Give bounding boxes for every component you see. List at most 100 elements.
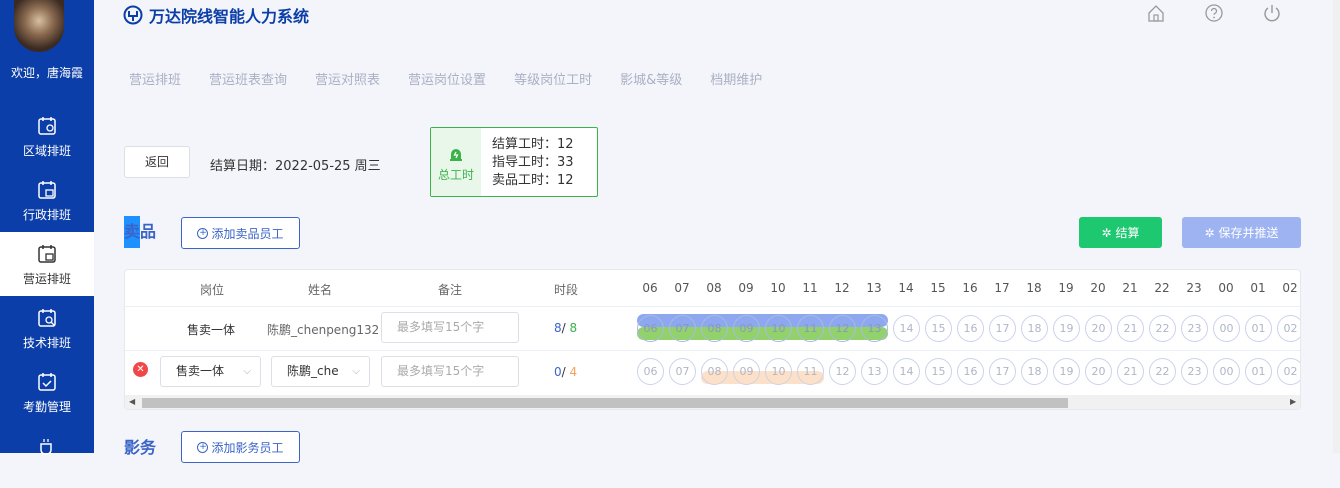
time-slot-23[interactable]: 23	[1181, 358, 1208, 385]
time-slot-23[interactable]: 23	[1181, 315, 1208, 342]
hour-header-19: 19	[1058, 281, 1074, 295]
note-input[interactable]: 最多填写15个字	[381, 312, 519, 343]
time-slot-20[interactable]: 20	[1085, 358, 1112, 385]
time-slot-17[interactable]: 17	[989, 315, 1016, 342]
time-slot-13[interactable]: 13	[861, 358, 888, 385]
time-slot-11[interactable]: 11	[797, 358, 824, 385]
calendar-tech-icon	[38, 309, 56, 327]
topnav-item-grade-hours[interactable]: 等级岗位工时	[514, 69, 592, 88]
time-slot-00[interactable]: 00	[1213, 315, 1240, 342]
time-slot-09[interactable]: 09	[733, 358, 760, 385]
time-slot-01[interactable]: 01	[1245, 315, 1272, 342]
scrollbar-thumb[interactable]	[142, 398, 1068, 408]
sell-hours: 卖品工时：12	[492, 173, 574, 188]
time-slot-14[interactable]: 14	[893, 358, 920, 385]
time-slot-12[interactable]: 12	[829, 315, 856, 342]
time-slot-21[interactable]: 21	[1117, 315, 1144, 342]
save-push-button[interactable]: ✲ 保存并推送	[1182, 217, 1301, 248]
time-slot-02[interactable]: 02	[1277, 315, 1300, 342]
position-select[interactable]: 售卖一体 ⌵	[160, 356, 261, 387]
app-logo: 万达院线智能人力系统	[123, 3, 309, 27]
time-slot-21[interactable]: 21	[1117, 358, 1144, 385]
section-title-film: 影务	[124, 438, 157, 457]
time-slot-22[interactable]: 22	[1149, 358, 1176, 385]
delete-row-icon[interactable]: ✕	[133, 362, 148, 377]
time-slot-15[interactable]: 15	[925, 315, 952, 342]
alarm-icon	[450, 149, 462, 161]
time-slot-06[interactable]: 06	[637, 358, 664, 385]
time-slot-11[interactable]: 11	[797, 315, 824, 342]
topnav-item-ops-schedule[interactable]: 营运排班	[129, 69, 181, 88]
hour-header-09: 09	[738, 281, 754, 295]
time-slot-19[interactable]: 19	[1053, 358, 1080, 385]
time-slot-08[interactable]: 08	[701, 358, 728, 385]
hour-header-18: 18	[1026, 281, 1042, 295]
time-slot-16[interactable]: 16	[957, 358, 984, 385]
time-slot-19[interactable]: 19	[1053, 315, 1080, 342]
total-hours-card: 总工时 结算工时：12 指导工时：33 卖品工时：12	[430, 127, 598, 197]
hour-header-13: 13	[866, 281, 882, 295]
time-slot-10[interactable]: 10	[765, 358, 792, 385]
time-slot-00[interactable]: 00	[1213, 358, 1240, 385]
scroll-right-arrow[interactable]: ▶	[1290, 397, 1296, 406]
sidebar-item-label: 行政排班	[22, 208, 71, 222]
time-slot-18[interactable]: 18	[1021, 315, 1048, 342]
hour-header-08: 08	[706, 281, 722, 295]
chevron-down-icon: ⌵	[243, 366, 251, 377]
time-slot-01[interactable]: 01	[1245, 358, 1272, 385]
time-slot-08[interactable]: 08	[701, 315, 728, 342]
col-header-position: 岗位	[200, 283, 225, 297]
total-hours-label: 总工时	[437, 168, 474, 182]
sidebar-item-attendance[interactable]: 考勤管理	[0, 360, 94, 424]
time-slot-14[interactable]: 14	[893, 315, 920, 342]
settle-hours: 结算工时：12	[492, 137, 574, 152]
guide-hours: 指导工时：33	[492, 155, 574, 170]
avatar[interactable]	[14, 0, 64, 52]
time-slot-10[interactable]: 10	[765, 315, 792, 342]
topnav-item-period-maintenance[interactable]: 档期维护	[710, 69, 762, 88]
hour-header-06: 06	[642, 281, 658, 295]
time-slot-12[interactable]: 12	[829, 358, 856, 385]
col-header-name: 姓名	[308, 283, 333, 297]
help-icon[interactable]	[1204, 3, 1224, 23]
vertical-scrollbar[interactable]	[1333, 0, 1340, 453]
sidebar-item-region[interactable]: 区域排班	[0, 104, 94, 168]
scroll-left-arrow[interactable]: ◀	[129, 397, 135, 406]
sell-schedule-table: 岗位 姓名 备注 时段 售卖一体 陈鹏_chenpeng132 最多填写15个字…	[124, 269, 1301, 410]
topnav-item-position-settings[interactable]: 营运岗位设置	[408, 69, 486, 88]
time-slot-13[interactable]: 13	[861, 315, 888, 342]
calendar-location-icon	[38, 117, 56, 135]
home-icon[interactable]	[1146, 3, 1166, 23]
time-slot-16[interactable]: 16	[957, 315, 984, 342]
add-film-staff-button[interactable]: + 添加影务员工	[181, 431, 300, 463]
sidebar-item-admin[interactable]: 行政排班	[0, 168, 94, 232]
back-button[interactable]: 返回	[124, 146, 190, 178]
time-slot-09[interactable]: 09	[733, 315, 760, 342]
hour-header-17: 17	[994, 281, 1010, 295]
time-slot-22[interactable]: 22	[1149, 315, 1176, 342]
time-slot-18[interactable]: 18	[1021, 358, 1048, 385]
topnav-item-schedule-query[interactable]: 营运班表查询	[209, 69, 287, 88]
sidebar-item-label: 区域排班	[22, 144, 71, 158]
time-slot-07[interactable]: 07	[669, 358, 696, 385]
topnav-item-comparison[interactable]: 营运对照表	[315, 69, 380, 88]
time-slot-15[interactable]: 15	[925, 358, 952, 385]
top-nav: 营运排班 营运班表查询 营运对照表 营运岗位设置 等级岗位工时 影城&等级 档期…	[129, 69, 790, 88]
topnav-item-cinema-grade[interactable]: 影城&等级	[620, 69, 682, 88]
period-count: 0/ 4	[554, 365, 578, 379]
sidebar-item-tech[interactable]: 技术排班	[0, 296, 94, 360]
add-sell-staff-button[interactable]: + 添加卖品员工	[181, 217, 300, 249]
col-header-note: 备注	[438, 283, 463, 297]
note-input[interactable]: 最多填写15个字	[381, 356, 519, 387]
time-slot-20[interactable]: 20	[1085, 315, 1112, 342]
hour-header-20: 20	[1090, 281, 1106, 295]
sidebar-item-more[interactable]	[0, 424, 94, 488]
time-slot-07[interactable]: 07	[669, 315, 696, 342]
settle-button[interactable]: ✲ 结算	[1079, 217, 1162, 248]
sidebar-item-operations[interactable]: 营运排班	[0, 232, 94, 296]
time-slot-02[interactable]: 02	[1277, 358, 1300, 385]
time-slot-17[interactable]: 17	[989, 358, 1016, 385]
name-select[interactable]: 陈鹏_che ⌵	[271, 356, 370, 387]
time-slot-06[interactable]: 06	[637, 315, 664, 342]
power-icon[interactable]	[1262, 3, 1282, 23]
